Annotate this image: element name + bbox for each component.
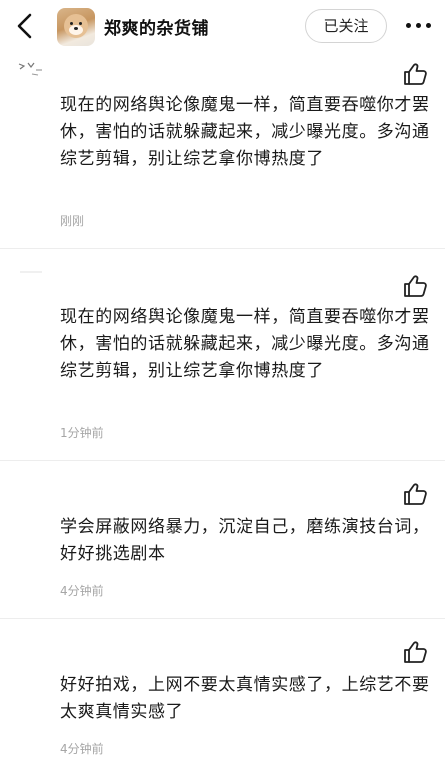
- back-chevron-icon[interactable]: [12, 12, 38, 40]
- commenter-avatar-icon[interactable]: [14, 266, 48, 288]
- top-bar: 郑爽的杂货铺 已关注: [0, 0, 445, 52]
- divider: [0, 248, 445, 249]
- comment-time: 1分钟前: [60, 426, 104, 440]
- page-title[interactable]: 郑爽的杂货铺: [104, 14, 209, 39]
- comment-text: 现在的网络舆论像魔鬼一样，简直要吞噬你才罢休，害怕的话就躲藏起来，减少曝光度。多…: [60, 95, 430, 169]
- thumbs-up-icon[interactable]: [402, 274, 428, 298]
- more-dots-icon[interactable]: [404, 16, 434, 36]
- shop-avatar[interactable]: [57, 8, 95, 46]
- divider: [0, 618, 445, 619]
- follow-button[interactable]: 已关注: [305, 9, 387, 43]
- dog-eye-right: [79, 22, 82, 25]
- commenter-avatar-icon[interactable]: [14, 58, 48, 80]
- thumbs-up-icon[interactable]: [402, 482, 428, 506]
- comment-time: 刚刚: [60, 214, 85, 228]
- comment-time: 4分钟前: [60, 584, 104, 598]
- comment-text: 学会屏蔽网络暴力，沉淀自己，磨练演技台词，好好挑选剧本: [60, 517, 430, 564]
- divider: [0, 460, 445, 461]
- dog-nose: [74, 27, 78, 30]
- comment-time: 4分钟前: [60, 742, 104, 756]
- thumbs-up-icon[interactable]: [402, 62, 428, 86]
- comment-text: 现在的网络舆论像魔鬼一样，简直要吞噬你才罢休，害怕的话就躲藏起来，减少曝光度。多…: [60, 307, 430, 381]
- comment-text: 好好拍戏，上网不要太真情实感了，上综艺不要太爽真情实感了: [60, 675, 430, 722]
- thumbs-up-icon[interactable]: [402, 640, 428, 664]
